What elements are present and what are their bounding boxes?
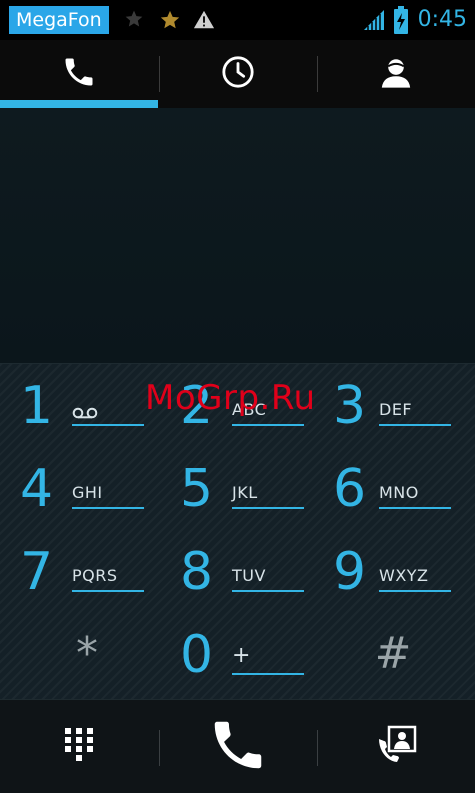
key-digit: 8	[180, 542, 214, 602]
key-underline	[232, 507, 304, 509]
warning-icon	[193, 9, 215, 35]
dialpad-toggle-button[interactable]	[0, 700, 158, 793]
dialer-action-bar	[0, 699, 475, 793]
key-5[interactable]: 5 JKL	[160, 447, 310, 531]
contacts-card-icon	[375, 725, 417, 769]
key-8[interactable]: 8 TUV	[160, 530, 310, 614]
key-letters: DEF	[379, 400, 413, 419]
contacts-person-icon	[379, 55, 413, 93]
tab-phone[interactable]	[0, 40, 158, 108]
key-9[interactable]: 9 WXYZ	[313, 530, 463, 614]
key-star[interactable]: *	[12, 616, 162, 700]
key-underline	[379, 590, 451, 592]
recent-clock-icon	[221, 55, 255, 93]
voicemail-icon	[72, 404, 98, 423]
key-underline	[72, 424, 144, 426]
key-symbol: #	[374, 628, 412, 679]
selected-tab-indicator	[0, 100, 158, 108]
call-button-icon	[207, 714, 269, 780]
key-letters: WXYZ	[379, 566, 429, 585]
battery-charging-icon	[393, 6, 409, 38]
key-underline	[232, 424, 304, 426]
dialpad-icon	[64, 727, 94, 767]
key-letters: MNO	[379, 483, 419, 502]
key-7[interactable]: 7 PQRS	[0, 530, 150, 614]
digits-display[interactable]	[0, 108, 475, 364]
key-4[interactable]: 4 GHI	[0, 447, 150, 531]
contacts-button[interactable]	[317, 700, 475, 793]
tab-contacts[interactable]	[317, 40, 475, 108]
watermark-text: MoGrp.Ru	[145, 378, 316, 418]
key-letters: PQRS	[72, 566, 118, 585]
key-letters: JKL	[232, 483, 258, 502]
star-filled-icon	[159, 9, 181, 35]
signal-icon	[362, 8, 386, 36]
key-letters: TUV	[232, 566, 266, 585]
key-1[interactable]: 1	[0, 364, 150, 448]
dialer-tab-bar	[0, 40, 475, 108]
key-underline	[72, 590, 144, 592]
star-outline-icon	[124, 9, 144, 33]
key-underline	[379, 424, 451, 426]
key-underline	[232, 673, 304, 675]
key-underline	[72, 507, 144, 509]
key-0[interactable]: 0 +	[160, 613, 310, 697]
status-bar: MegaFon 0:45	[0, 0, 475, 40]
key-digit: 4	[20, 459, 54, 519]
phone-icon	[61, 54, 97, 94]
carrier-label: MegaFon	[9, 6, 109, 34]
key-digit: 6	[333, 459, 367, 519]
key-underline	[379, 507, 451, 509]
key-digit: 9	[333, 542, 367, 602]
call-button[interactable]	[159, 700, 317, 793]
key-digit: 0	[180, 625, 214, 685]
key-underline	[232, 590, 304, 592]
key-hash[interactable]: #	[318, 616, 468, 700]
status-clock: 0:45	[417, 7, 467, 32]
key-letters: +	[232, 643, 251, 668]
key-digit: 3	[333, 376, 367, 436]
key-digit: 5	[180, 459, 214, 519]
key-digit: 1	[20, 376, 54, 436]
key-symbol: *	[76, 628, 98, 679]
key-3[interactable]: 3 DEF	[313, 364, 463, 448]
key-6[interactable]: 6 MNO	[313, 447, 463, 531]
tab-recent[interactable]	[159, 40, 317, 108]
key-letters: GHI	[72, 483, 103, 502]
key-digit: 7	[20, 542, 54, 602]
